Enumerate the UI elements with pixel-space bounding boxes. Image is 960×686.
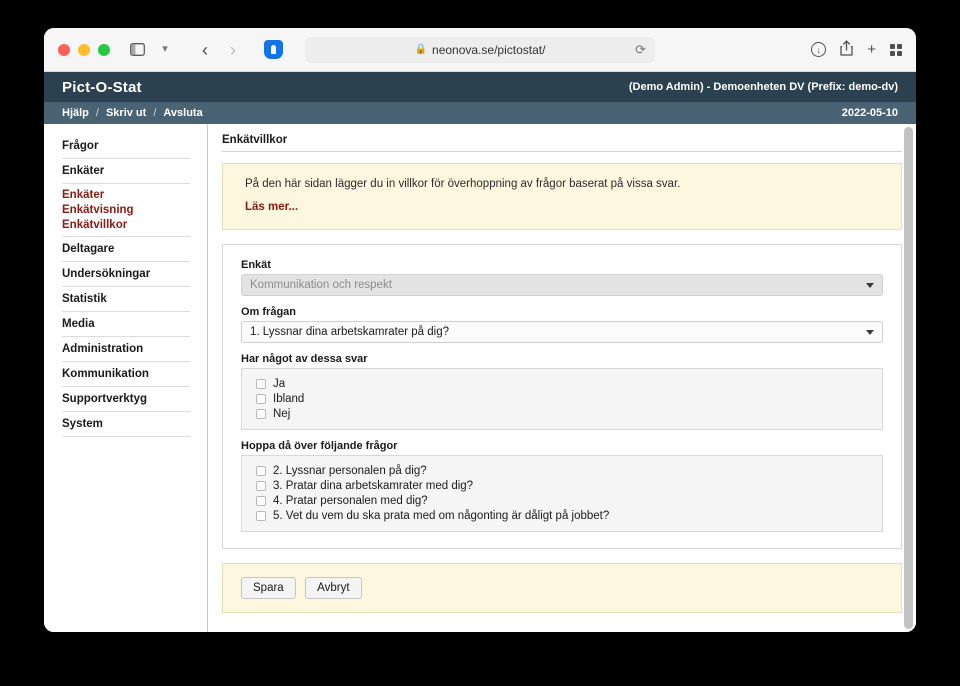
sidebar: Frågor Enkäter Enkäter Enkätvisning Enkä… bbox=[44, 124, 208, 632]
sidebar-item-statistik[interactable]: Statistik bbox=[62, 287, 190, 312]
minimize-window-button[interactable] bbox=[78, 44, 90, 56]
share-icon[interactable] bbox=[840, 40, 853, 59]
sidebar-item-undersokningar[interactable]: Undersökningar bbox=[62, 262, 190, 287]
forward-arrow-icon: › bbox=[220, 37, 246, 63]
field-answers: Har något av dessa svar Ja Ibland bbox=[241, 353, 883, 430]
sidebar-subitem-enkater[interactable]: Enkäter bbox=[62, 187, 190, 202]
app-nav-bar: Hjälp / Skriv ut / Avsluta 2022-05-10 bbox=[44, 102, 916, 124]
checkbox-question-2[interactable] bbox=[256, 466, 266, 476]
checkbox-question-3[interactable] bbox=[256, 481, 266, 491]
sidebar-item-fragor[interactable]: Frågor bbox=[62, 134, 190, 159]
browser-window: ▾ ‹ › 🔒 neonova.se/pictostat/ ⟳ ↓ bbox=[44, 28, 916, 632]
content-area: Enkätvillkor På den här sidan lägger du … bbox=[208, 124, 916, 632]
url-bar[interactable]: 🔒 neonova.se/pictostat/ ⟳ bbox=[305, 37, 655, 63]
user-info: (Demo Admin) - Demoenheten DV (Prefix: d… bbox=[629, 81, 898, 93]
reload-icon[interactable]: ⟳ bbox=[635, 42, 646, 58]
download-icon[interactable]: ↓ bbox=[811, 42, 826, 57]
nav-separator-2: / bbox=[153, 107, 156, 119]
checkbox-ibland[interactable] bbox=[256, 394, 266, 404]
skip-questions-label: Hoppa då över följande frågor bbox=[241, 440, 883, 452]
chevron-down-icon bbox=[866, 283, 874, 288]
checkbox-row-nej[interactable]: Nej bbox=[256, 406, 872, 421]
question-select[interactable]: 1. Lyssnar dina arbetskamrater på dig? bbox=[241, 321, 883, 343]
scrollbar-thumb[interactable] bbox=[904, 127, 913, 629]
nav-links: Hjälp / Skriv ut / Avsluta bbox=[62, 107, 203, 119]
chevron-down-icon[interactable]: ▾ bbox=[152, 37, 178, 63]
checkbox-row-ibland[interactable]: Ibland bbox=[256, 391, 872, 406]
sidebar-controls: ▾ bbox=[124, 37, 178, 63]
tab-overview-icon[interactable] bbox=[890, 44, 902, 56]
lock-icon: 🔒 bbox=[415, 44, 427, 55]
question-select-value: 1. Lyssnar dina arbetskamrater på dig? bbox=[250, 326, 449, 338]
browser-toolbar: ▾ ‹ › 🔒 neonova.se/pictostat/ ⟳ ↓ bbox=[44, 28, 916, 72]
form-panel: Enkät Kommunikation och respekt Om fråga… bbox=[222, 244, 902, 549]
checkbox-row-ja[interactable]: Ja bbox=[256, 376, 872, 391]
close-window-button[interactable] bbox=[58, 44, 70, 56]
checkbox-label-question-3: 3. Pratar dina arbetskamrater med dig? bbox=[273, 480, 473, 492]
nav-link-hjalp[interactable]: Hjälp bbox=[62, 107, 89, 119]
sidebar-item-administration[interactable]: Administration bbox=[62, 337, 190, 362]
field-question: Om frågan 1. Lyssnar dina arbetskamrater… bbox=[241, 306, 883, 343]
sidebar-item-deltagare[interactable]: Deltagare bbox=[62, 237, 190, 262]
sidebar-item-kommunikation[interactable]: Kommunikation bbox=[62, 362, 190, 387]
nav-separator-1: / bbox=[96, 107, 99, 119]
sidebar-item-media[interactable]: Media bbox=[62, 312, 190, 337]
skip-questions-list: 2. Lyssnar personalen på dig? 3. Pratar … bbox=[241, 455, 883, 532]
info-text: På den här sidan lägger du in villkor fö… bbox=[245, 178, 879, 190]
window-controls bbox=[58, 44, 110, 56]
sidebar-subitem-enkatvillkor[interactable]: Enkätvillkor bbox=[62, 217, 190, 232]
sidebar-subgroup-enkater: Enkäter Enkätvisning Enkätvillkor bbox=[62, 184, 190, 237]
checkbox-label-nej: Nej bbox=[273, 408, 290, 420]
app-title-bar: Pict-O-Stat (Demo Admin) - Demoenheten D… bbox=[44, 72, 916, 102]
checkbox-row-question-5[interactable]: 5. Vet du vem du ska prata med om någont… bbox=[256, 508, 872, 523]
nav-link-avsluta[interactable]: Avsluta bbox=[163, 107, 202, 119]
checkbox-ja[interactable] bbox=[256, 379, 266, 389]
checkbox-row-question-3[interactable]: 3. Pratar dina arbetskamrater med dig? bbox=[256, 478, 872, 493]
checkbox-label-question-2: 2. Lyssnar personalen på dig? bbox=[273, 465, 427, 477]
cancel-button[interactable]: Avbryt bbox=[305, 577, 361, 599]
checkbox-row-question-2[interactable]: 2. Lyssnar personalen på dig? bbox=[256, 463, 872, 478]
answers-list: Ja Ibland Nej bbox=[241, 368, 883, 430]
actions-panel: Spara Avbryt bbox=[222, 563, 902, 613]
sidebar-subitem-enkatvisning[interactable]: Enkätvisning bbox=[62, 202, 190, 217]
checkbox-label-ja: Ja bbox=[273, 378, 285, 390]
survey-select-value: Kommunikation och respekt bbox=[250, 279, 392, 291]
checkbox-row-question-4[interactable]: 4. Pratar personalen med dig? bbox=[256, 493, 872, 508]
back-arrow-icon[interactable]: ‹ bbox=[192, 37, 218, 63]
save-button[interactable]: Spara bbox=[241, 577, 296, 599]
password-manager-icon[interactable] bbox=[260, 37, 286, 63]
application-page: Pict-O-Stat (Demo Admin) - Demoenheten D… bbox=[44, 72, 916, 632]
checkbox-question-4[interactable] bbox=[256, 496, 266, 506]
read-more-link[interactable]: Läs mer... bbox=[245, 201, 298, 213]
checkbox-label-question-5: 5. Vet du vem du ska prata med om någont… bbox=[273, 510, 609, 522]
nav-link-skriv-ut[interactable]: Skriv ut bbox=[106, 107, 146, 119]
question-label: Om frågan bbox=[241, 306, 883, 318]
page-title: Enkätvillkor bbox=[222, 134, 902, 152]
checkbox-label-ibland: Ibland bbox=[273, 393, 304, 405]
toolbar-right-actions: ↓ + bbox=[811, 40, 902, 59]
app-body: Frågor Enkäter Enkäter Enkätvisning Enkä… bbox=[44, 124, 916, 632]
survey-label: Enkät bbox=[241, 259, 883, 271]
sidebar-item-system[interactable]: System bbox=[62, 412, 190, 437]
checkbox-question-5[interactable] bbox=[256, 511, 266, 521]
app-logo: Pict-O-Stat bbox=[62, 79, 142, 96]
navigation-buttons: ‹ › bbox=[192, 37, 246, 63]
chevron-down-icon bbox=[866, 330, 874, 335]
sidebar-toggle-icon[interactable] bbox=[124, 37, 150, 63]
field-skip-questions: Hoppa då över följande frågor 2. Lyssnar… bbox=[241, 440, 883, 532]
answers-label: Har något av dessa svar bbox=[241, 353, 883, 365]
survey-select: Kommunikation och respekt bbox=[241, 274, 883, 296]
vertical-scrollbar[interactable] bbox=[904, 127, 913, 629]
field-survey: Enkät Kommunikation och respekt bbox=[241, 259, 883, 296]
sidebar-item-supportverktyg[interactable]: Supportverktyg bbox=[62, 387, 190, 412]
plus-icon[interactable]: + bbox=[867, 42, 876, 57]
url-text: neonova.se/pictostat/ bbox=[432, 43, 545, 57]
checkbox-nej[interactable] bbox=[256, 409, 266, 419]
checkbox-label-question-4: 4. Pratar personalen med dig? bbox=[273, 495, 428, 507]
sidebar-item-enkater[interactable]: Enkäter bbox=[62, 159, 190, 184]
info-panel: På den här sidan lägger du in villkor fö… bbox=[222, 163, 902, 230]
maximize-window-button[interactable] bbox=[98, 44, 110, 56]
current-date: 2022-05-10 bbox=[842, 107, 898, 119]
